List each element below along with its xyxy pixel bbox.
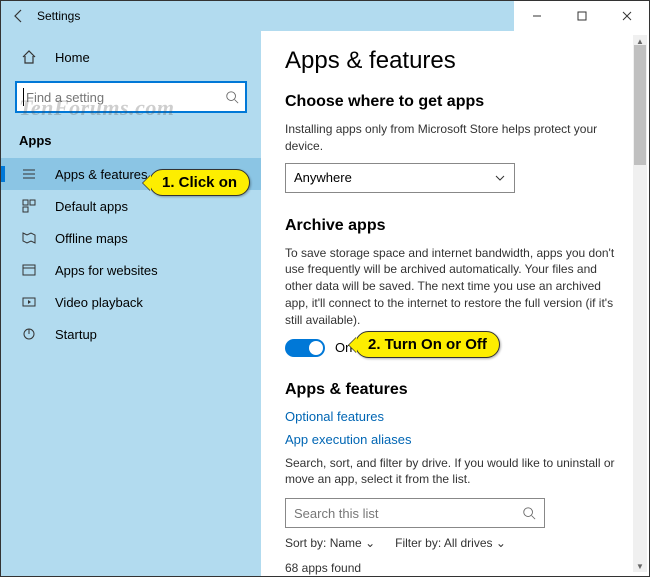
sidebar-item-label: Video playback [55, 295, 143, 310]
default-apps-icon [19, 198, 39, 214]
home-icon [19, 49, 39, 65]
chevron-down-icon: ⌄ [496, 536, 506, 550]
section-desc: Installing apps only from Microsoft Stor… [285, 121, 625, 155]
search-icon [522, 506, 536, 520]
sort-label: Sort by: [285, 536, 326, 550]
sidebar-item-label: Offline maps [55, 231, 128, 246]
dropdown-value: Anywhere [294, 170, 352, 185]
window-controls [514, 1, 649, 31]
scroll-thumb[interactable] [634, 45, 646, 165]
archive-toggle[interactable] [285, 339, 325, 357]
sidebar-item-video-playback[interactable]: Video playback [1, 286, 261, 318]
sidebar-home-label: Home [55, 50, 90, 65]
apps-websites-icon [19, 262, 39, 278]
window-title: Settings [37, 9, 514, 23]
sidebar-home[interactable]: Home [1, 41, 261, 73]
section-desc: Search, sort, and filter by drive. If yo… [285, 455, 625, 489]
sidebar-item-offline-maps[interactable]: Offline maps [1, 222, 261, 254]
offline-maps-icon [19, 230, 39, 246]
chevron-down-icon [494, 172, 506, 184]
sidebar: TenForums.com Home Apps Apps & fea [1, 31, 261, 576]
sort-filter-row: Sort by: Name ⌄ Filter by: All drives ⌄ [285, 536, 625, 550]
sidebar-item-startup[interactable]: Startup [1, 318, 261, 350]
section-choose-apps: Choose where to get apps Installing apps… [285, 93, 625, 193]
sidebar-category: Apps [1, 125, 261, 158]
section-desc: To save storage space and internet bandw… [285, 245, 625, 329]
sort-dropdown[interactable]: Name ⌄ [330, 536, 379, 550]
page-title: Apps & features [285, 47, 625, 75]
section-apps-features-list: Apps & features Optional features App ex… [285, 381, 625, 576]
apps-count: 68 apps found [285, 560, 625, 576]
sidebar-item-label: Apps for websites [55, 263, 158, 278]
sidebar-item-label: Startup [55, 327, 97, 342]
search-icon [225, 90, 239, 104]
apps-search-placeholder: Search this list [294, 506, 379, 521]
back-icon[interactable] [11, 8, 27, 24]
sidebar-item-label: Apps & features [55, 167, 148, 182]
main-panel: Apps & features Choose where to get apps… [261, 31, 649, 576]
sidebar-item-apps-websites[interactable]: Apps for websites [1, 254, 261, 286]
close-button[interactable] [604, 1, 649, 31]
link-app-execution-aliases[interactable]: App execution aliases [285, 432, 625, 447]
content-area: TenForums.com Home Apps Apps & fea [1, 31, 649, 576]
apps-search-box[interactable]: Search this list [285, 498, 545, 528]
filter-label: Filter by: [395, 536, 441, 550]
annotation-callout-2: 2. Turn On or Off [355, 331, 500, 358]
scrollbar[interactable]: ▲ ▼ [633, 35, 647, 572]
settings-window: Settings TenForums.com Home A [0, 0, 650, 577]
minimize-button[interactable] [514, 1, 559, 31]
filter-dropdown[interactable]: All drives ⌄ [444, 536, 506, 550]
search-input-container[interactable] [15, 81, 247, 113]
apps-features-icon [19, 166, 39, 182]
section-heading: Archive apps [285, 217, 625, 235]
install-source-dropdown[interactable]: Anywhere [285, 163, 515, 193]
link-optional-features[interactable]: Optional features [285, 409, 625, 424]
titlebar: Settings [1, 1, 649, 31]
search-input[interactable] [26, 90, 225, 105]
annotation-callout-1: 1. Click on [149, 169, 250, 196]
maximize-button[interactable] [559, 1, 604, 31]
startup-icon [19, 326, 39, 342]
sidebar-item-label: Default apps [55, 199, 128, 214]
video-playback-icon [19, 294, 39, 310]
section-heading: Apps & features [285, 381, 625, 399]
chevron-down-icon: ⌄ [365, 536, 375, 550]
text-caret [23, 88, 24, 106]
scroll-down-icon[interactable]: ▼ [633, 560, 647, 572]
section-heading: Choose where to get apps [285, 93, 625, 111]
